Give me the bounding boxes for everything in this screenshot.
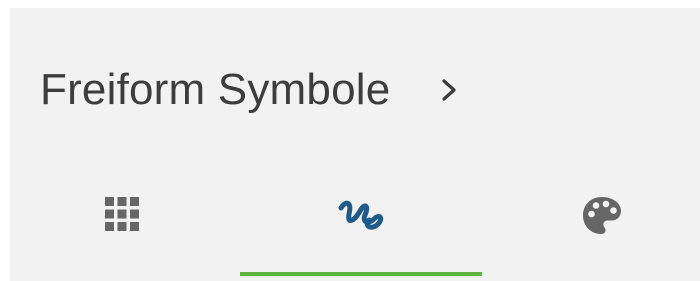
palette-icon bbox=[580, 194, 624, 243]
selected-tab-indicator bbox=[240, 272, 482, 276]
tab-freeform[interactable] bbox=[240, 168, 482, 281]
grid-icon bbox=[102, 194, 142, 239]
section-title: Freiform Symbole bbox=[40, 65, 391, 114]
chevron-right-icon bbox=[438, 77, 460, 103]
page: Freiform Symbole bbox=[0, 0, 700, 281]
freeform-symbol-icon bbox=[338, 194, 388, 243]
tab-grid[interactable] bbox=[10, 168, 240, 281]
tab-palette[interactable] bbox=[482, 168, 700, 281]
tab-bar bbox=[10, 168, 700, 281]
section-header[interactable]: Freiform Symbole bbox=[40, 60, 460, 120]
symbol-panel: Freiform Symbole bbox=[10, 8, 700, 281]
